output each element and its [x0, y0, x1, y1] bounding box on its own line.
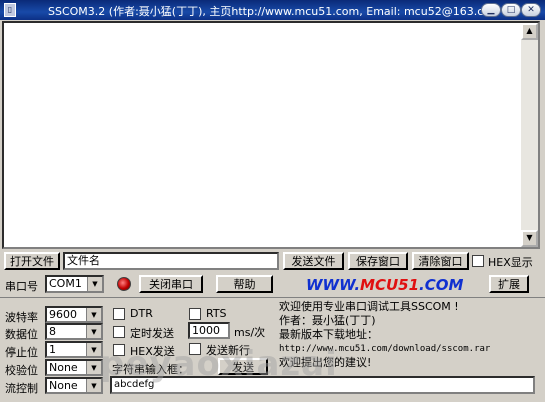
baud-label: 波特率: [5, 311, 38, 324]
mcu51-logo[interactable]: WWW.MCU51.COM: [306, 276, 463, 294]
chevron-down-icon[interactable]: ▼: [87, 277, 102, 291]
send-file-button[interactable]: 发送文件: [283, 252, 344, 270]
stop-bits-label: 停止位: [5, 346, 38, 359]
flow-control-label: 流控制: [5, 382, 38, 395]
hex-display-label: HEX显示: [488, 256, 533, 269]
vertical-scrollbar[interactable]: ▲ ▼: [521, 23, 538, 247]
baud-value: 9600: [49, 308, 77, 321]
close-port-button[interactable]: 关闭串口: [139, 275, 203, 293]
interval-input[interactable]: 1000: [188, 322, 230, 339]
hex-display-checkbox[interactable]: [472, 255, 484, 267]
chevron-down-icon[interactable]: ▼: [86, 343, 101, 356]
chevron-down-icon[interactable]: ▼: [86, 325, 101, 338]
divider: [0, 297, 545, 298]
baud-select[interactable]: 9600 ▼: [45, 306, 103, 323]
clear-window-button[interactable]: 清除窗口: [412, 252, 469, 270]
window-title: SSCOM3.2 (作者:聂小猛(丁丁), 主页http://www.mcu51…: [48, 5, 494, 18]
scroll-up-icon[interactable]: ▲: [521, 23, 538, 40]
app-icon[interactable]: ▯: [4, 3, 16, 17]
logo-mid: MCU51: [360, 276, 420, 294]
logo-prefix: WWW.: [306, 276, 361, 294]
info-line: 最新版本下载地址：: [279, 328, 378, 341]
dtr-label: DTR: [130, 307, 153, 320]
logo-suffix: .COM: [419, 276, 464, 294]
rts-label: RTS: [206, 307, 227, 320]
stop-bits-value: 1: [49, 343, 56, 356]
port-label: 串口号: [5, 280, 38, 293]
minimize-button[interactable]: ▁: [481, 3, 501, 17]
parity-value: None: [49, 361, 78, 374]
info-line: 欢迎使用专业串口调试工具SSCOM !: [279, 300, 459, 313]
stop-bits-select[interactable]: 1 ▼: [45, 341, 103, 358]
receive-textarea[interactable]: [2, 21, 540, 249]
port-select[interactable]: COM1 ▼: [45, 275, 104, 293]
flow-control-value: None: [49, 379, 78, 392]
chevron-down-icon[interactable]: ▼: [86, 308, 101, 321]
port-status-led-icon: [117, 277, 131, 291]
title-bar: ▯ SSCOM3.2 (作者:聂小猛(丁丁), 主页http://www.mcu…: [0, 0, 545, 20]
expand-button[interactable]: 扩展: [489, 275, 529, 293]
scroll-down-icon[interactable]: ▼: [521, 230, 538, 247]
chevron-down-icon[interactable]: ▼: [86, 379, 101, 392]
parity-label: 校验位: [5, 364, 38, 377]
dtr-checkbox[interactable]: [113, 308, 125, 320]
save-window-button[interactable]: 保存窗口: [348, 252, 408, 270]
parity-select[interactable]: None ▼: [45, 359, 103, 376]
rts-checkbox[interactable]: [189, 308, 201, 320]
data-bits-select[interactable]: 8 ▼: [45, 323, 103, 340]
data-bits-label: 数据位: [5, 328, 38, 341]
timed-send-label: 定时发送: [130, 327, 174, 340]
help-button[interactable]: 帮助: [216, 275, 273, 293]
timed-send-checkbox[interactable]: [113, 326, 125, 338]
data-bits-value: 8: [49, 325, 56, 338]
info-line: 作者：聂小猛(丁丁): [279, 314, 376, 327]
chevron-down-icon[interactable]: ▼: [86, 361, 101, 374]
open-file-button[interactable]: 打开文件: [4, 252, 60, 270]
close-button[interactable]: ✕: [521, 3, 541, 17]
port-value: COM1: [49, 277, 82, 290]
filename-field[interactable]: 文件名: [63, 252, 279, 270]
flow-control-select[interactable]: None ▼: [45, 377, 103, 394]
maximize-button[interactable]: □: [501, 3, 521, 17]
watermark: peyaoxiazai: [100, 344, 338, 384]
interval-unit: ms/次: [234, 326, 266, 339]
